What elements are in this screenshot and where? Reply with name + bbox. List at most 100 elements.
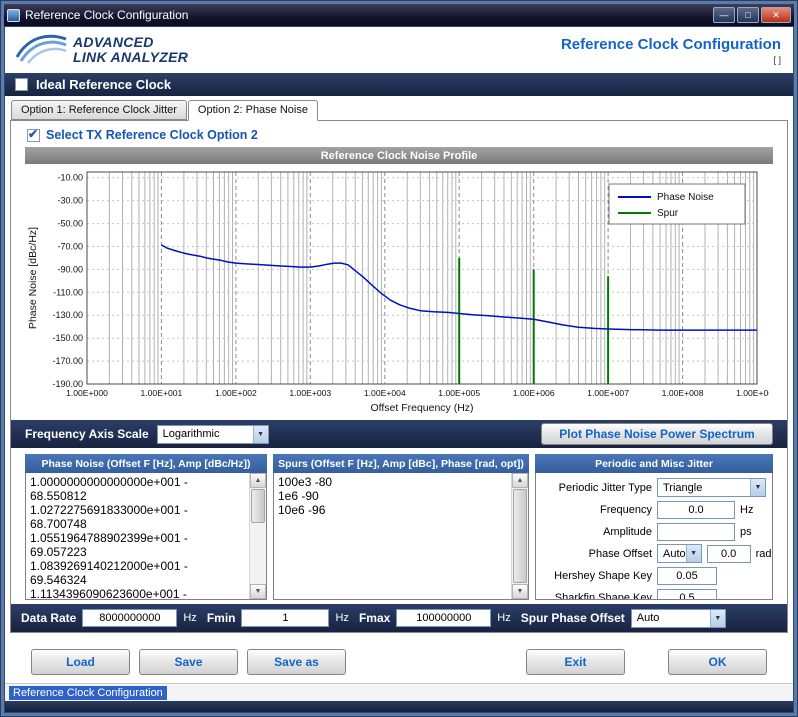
status-text: Reference Clock Configuration (9, 686, 167, 700)
phase-noise-line: 69.057223 (30, 545, 246, 559)
chevron-down-icon: ▼ (750, 479, 765, 496)
periodic-jitter-type-value: Triangle (663, 482, 702, 494)
spur-line: 100e3 -80 (278, 475, 508, 489)
periodic-jitter-type-select[interactable]: Triangle ▼ (657, 478, 766, 497)
close-button[interactable]: ✕ (761, 7, 791, 23)
phase-offset-mode-select[interactable]: Auto ▼ (657, 544, 702, 563)
save-button[interactable]: Save (139, 649, 238, 675)
data-panels-row: Phase Noise (Offset F [Hz], Amp [dBc/Hz]… (25, 454, 773, 600)
rate-range-bar: Data Rate Hz Fmin Hz Fmax Hz Spur Phase … (11, 604, 787, 632)
fmax-unit: Hz (497, 612, 514, 624)
app-icon (7, 9, 20, 22)
hershey-shape-key-row: Hershey Shape Key (540, 566, 766, 585)
ideal-reference-clock-checkbox[interactable] (15, 78, 28, 91)
phase-noise-chart: -10.00-30.00-50.00-70.00-90.00-110.00-13… (25, 166, 773, 418)
fmin-unit: Hz (335, 612, 352, 624)
sharkfin-shape-key-label: Sharkfin Shape Key (540, 592, 652, 601)
frequency-axis-scale-value: Logarithmic (163, 428, 220, 440)
tab-option2-phase-noise[interactable]: Option 2: Phase Noise (188, 100, 318, 121)
frequency-axis-scale-select[interactable]: Logarithmic ▼ (157, 425, 269, 444)
svg-text:1.00E+003: 1.00E+003 (289, 388, 331, 398)
select-tx-option2-checkbox[interactable]: ✔ (27, 129, 40, 142)
scrollbar-thumb[interactable] (513, 489, 527, 583)
fmin-label: Fmin (207, 611, 236, 625)
chevron-down-icon: ▼ (710, 610, 725, 627)
frequency-unit: Hz (740, 504, 753, 516)
phase-offset-row: Phase Offset Auto ▼ rad (540, 544, 766, 563)
scroll-down-icon[interactable]: ▼ (512, 584, 528, 599)
noise-profile-header: Reference Clock Noise Profile (25, 147, 773, 164)
page-subtitle: [ ] (561, 55, 781, 65)
spurs-data-box[interactable]: 100e3 -80 1e6 -90 10e6 -96 ▲ ▼ (273, 473, 529, 600)
phase-noise-scrollbar[interactable]: ▲ ▼ (249, 473, 266, 599)
maximize-button[interactable]: □ (737, 7, 759, 23)
tab-option1-reference-clock-jitter[interactable]: Option 1: Reference Clock Jitter (11, 100, 187, 120)
hershey-shape-key-input[interactable] (657, 567, 717, 585)
minimize-button[interactable]: — (713, 7, 735, 23)
scrollbar-thumb[interactable] (251, 489, 265, 523)
svg-text:1.00E+004: 1.00E+004 (364, 388, 406, 398)
logo-line2: LINK ANALYZER (73, 50, 188, 65)
phase-noise-plot: -10.00-30.00-50.00-70.00-90.00-110.00-13… (25, 166, 769, 418)
spur-line: 10e6 -96 (278, 503, 508, 517)
sharkfin-shape-key-input[interactable] (657, 589, 717, 601)
phase-noise-line: 68.550812 (30, 489, 246, 503)
logo-line1: ADVANCED (73, 35, 188, 50)
spurs-panel: Spurs (Offset F [Hz], Amp [dBc], Phase [… (273, 454, 529, 600)
frequency-axis-bar: Frequency Axis Scale Logarithmic ▼ Plot … (11, 420, 787, 448)
svg-text:1.00E+005: 1.00E+005 (438, 388, 480, 398)
phase-noise-data-lines: 1.0000000000000000e+001 - 68.550812 1.02… (26, 473, 266, 600)
jitter-panel-header: Periodic and Misc Jitter (535, 454, 773, 473)
header-right: Reference Clock Configuration [ ] (561, 36, 785, 65)
phase-offset-label: Phase Offset (540, 548, 652, 560)
fmax-input[interactable] (396, 609, 491, 627)
ideal-reference-clock-label: Ideal Reference Clock (36, 77, 171, 92)
frequency-label: Frequency (540, 504, 652, 516)
svg-text:-50.00: -50.00 (57, 219, 83, 229)
spur-phase-offset-value: Auto (637, 612, 660, 624)
phase-offset-input[interactable] (707, 545, 751, 563)
main-content: ADVANCED LINK ANALYZER Reference Clock C… (4, 26, 794, 713)
title-bar: Reference Clock Configuration — □ ✕ (4, 4, 794, 26)
svg-text:-30.00: -30.00 (57, 196, 83, 206)
svg-text:1.00E+002: 1.00E+002 (215, 388, 257, 398)
svg-text:1.00E+000: 1.00E+000 (66, 388, 108, 398)
amplitude-unit: ps (740, 526, 752, 538)
save-as-button[interactable]: Save as (247, 649, 346, 675)
plot-phase-noise-power-spectrum-button[interactable]: Plot Phase Noise Power Spectrum (541, 423, 773, 445)
ideal-reference-clock-bar: Ideal Reference Clock (5, 73, 793, 96)
exit-button[interactable]: Exit (526, 649, 625, 675)
data-rate-label: Data Rate (21, 611, 76, 625)
data-rate-input[interactable] (82, 609, 177, 627)
scroll-down-icon[interactable]: ▼ (250, 584, 266, 599)
scroll-up-icon[interactable]: ▲ (250, 473, 266, 488)
svg-text:Phase Noise: Phase Noise (657, 192, 714, 203)
svg-text:-110.00: -110.00 (53, 287, 83, 297)
checkmark-icon: ✔ (28, 127, 38, 141)
spurs-scrollbar[interactable]: ▲ ▼ (511, 473, 528, 599)
select-tx-option-row: ✔ Select TX Reference Clock Option 2 (27, 128, 787, 142)
svg-text:1.00E+008: 1.00E+008 (662, 388, 704, 398)
bottom-accent-strip (5, 701, 793, 712)
svg-text:1.00E+009: 1.00E+009 (736, 388, 769, 398)
spur-phase-offset-select[interactable]: Auto ▼ (631, 609, 726, 628)
periodic-jitter-type-label: Periodic Jitter Type (540, 482, 652, 494)
fmin-input[interactable] (241, 609, 329, 627)
phase-noise-data-box[interactable]: 1.0000000000000000e+001 - 68.550812 1.02… (25, 473, 267, 600)
ok-button[interactable]: OK (668, 649, 767, 675)
phase-noise-line: 68.700748 (30, 517, 246, 531)
svg-text:-10.00: -10.00 (57, 173, 83, 183)
phase-noise-line: 69.546324 (30, 573, 246, 587)
frequency-axis-scale-label: Frequency Axis Scale (25, 427, 149, 441)
phase-noise-line: 1.0000000000000000e+001 - (30, 475, 246, 489)
frequency-input[interactable] (657, 501, 735, 519)
amplitude-input[interactable] (657, 523, 735, 541)
svg-text:1.00E+006: 1.00E+006 (513, 388, 555, 398)
logo-text: ADVANCED LINK ANALYZER (73, 35, 188, 65)
window-controls: — □ ✕ (713, 7, 791, 23)
load-button[interactable]: Load (31, 649, 130, 675)
scroll-up-icon[interactable]: ▲ (512, 473, 528, 488)
periodic-jitter-type-row: Periodic Jitter Type Triangle ▼ (540, 478, 766, 497)
app-header: ADVANCED LINK ANALYZER Reference Clock C… (5, 27, 793, 73)
phase-noise-panel-header: Phase Noise (Offset F [Hz], Amp [dBc/Hz]… (25, 454, 267, 473)
